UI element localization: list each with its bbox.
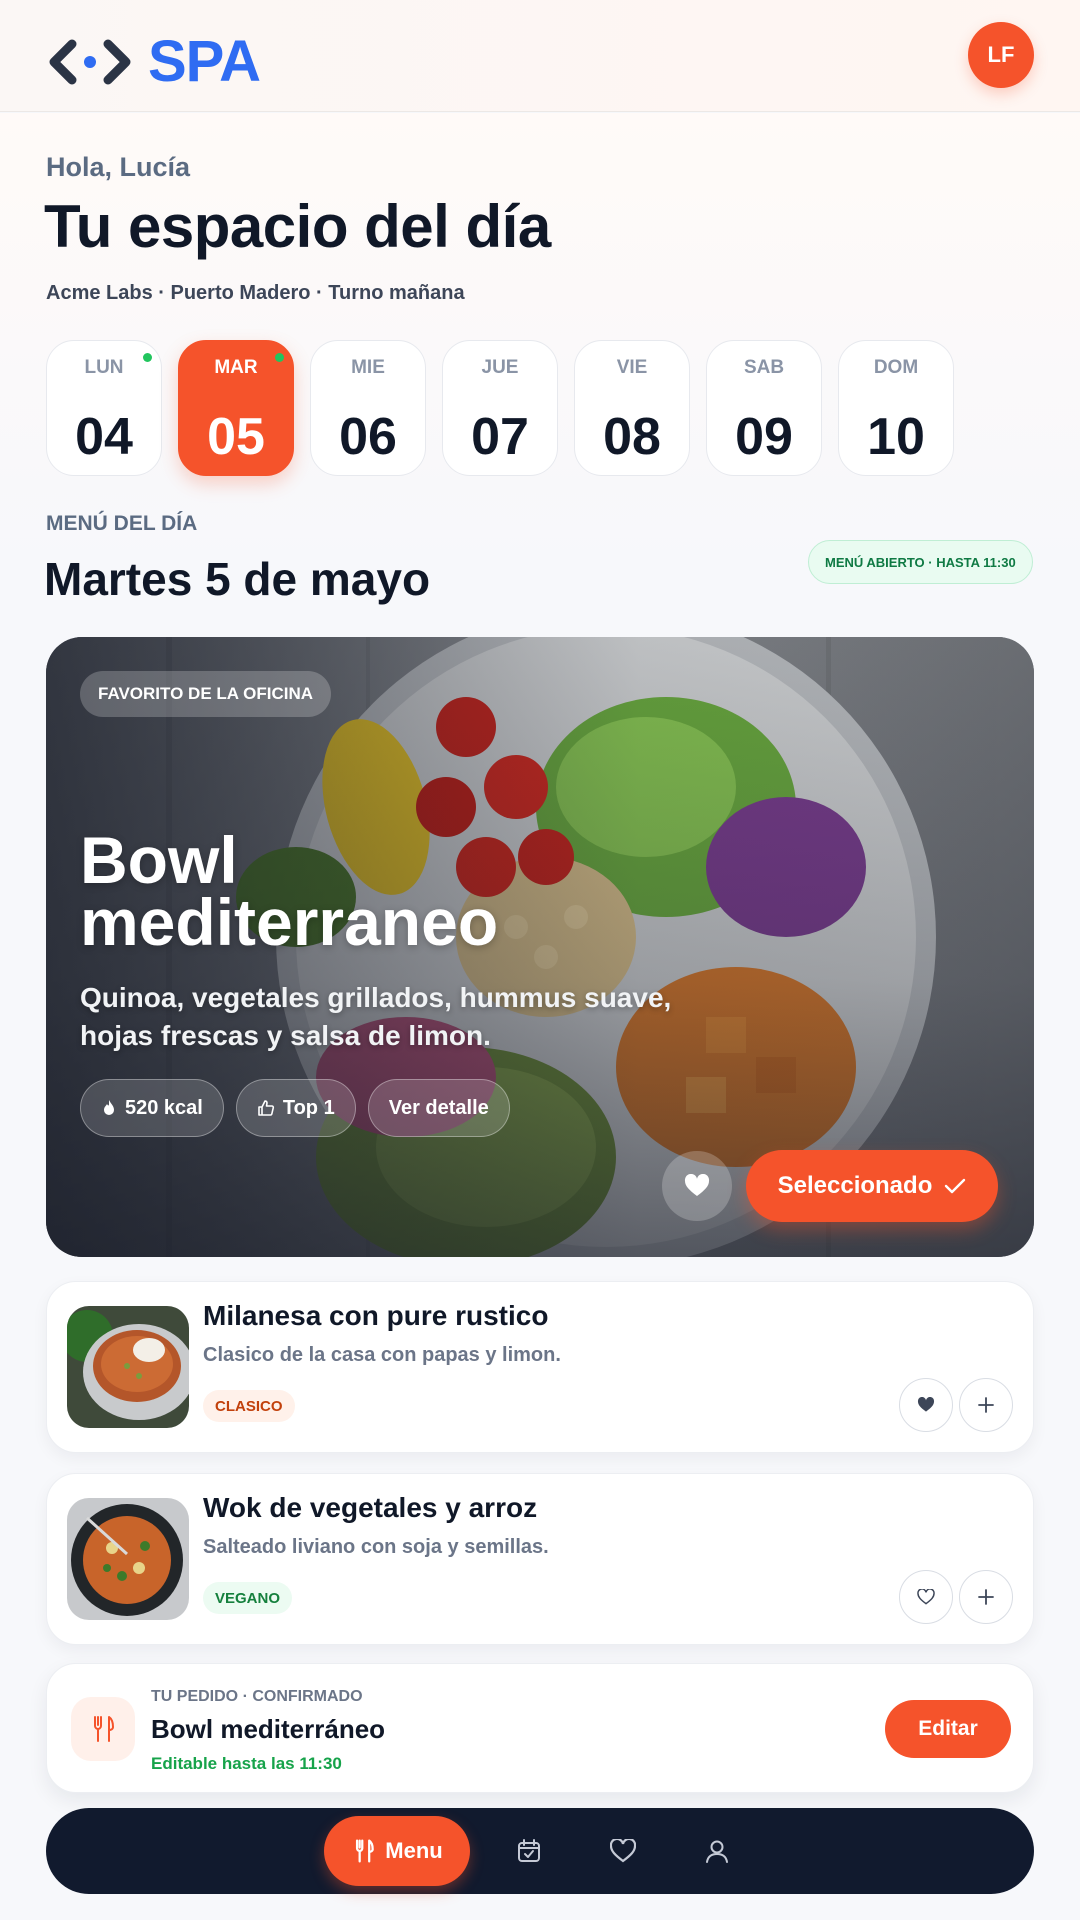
day-name: MAR	[214, 357, 258, 378]
heart-icon	[610, 1839, 636, 1863]
heart-filled-icon	[917, 1397, 935, 1412]
favorite-button[interactable]	[662, 1151, 732, 1221]
dish-tag: VEGANO	[203, 1582, 293, 1614]
heart-outline-icon	[917, 1589, 935, 1605]
day-number: 10	[867, 408, 925, 466]
add-button[interactable]	[959, 1570, 1013, 1624]
menu-date-title: Martes 5 de mayo	[44, 553, 431, 605]
day-chip-lun[interactable]: LUN 04	[46, 340, 162, 476]
nav-item-menu[interactable]: Menu	[324, 1816, 470, 1886]
view-detail-chip[interactable]: Ver detalle	[367, 1079, 510, 1137]
day-chip-mar[interactable]: MAR 05	[178, 340, 294, 476]
dish-tag: CLASICO	[203, 1390, 295, 1422]
nav-item-calendar[interactable]	[508, 1830, 550, 1872]
order-summary-card: TU PEDIDO · CONFIRMADO Bowl mediterráneo…	[46, 1663, 1034, 1793]
order-status-label: TU PEDIDO · CONFIRMADO	[151, 1688, 363, 1705]
favorite-button[interactable]	[899, 1570, 953, 1624]
selected-button[interactable]: Seleccionado	[746, 1150, 998, 1222]
day-chip-jue[interactable]: JUE 07	[442, 340, 558, 476]
selected-label: Seleccionado	[777, 1172, 933, 1199]
day-chip-dom[interactable]: DOM 10	[838, 340, 954, 476]
featured-dish-card[interactable]: FAVORITO DE LA OFICINA Bowl mediterraneo…	[46, 637, 1034, 1257]
featured-title: Bowl mediterraneo	[80, 823, 499, 959]
logo[interactable]: SPA	[46, 28, 261, 95]
chip-label: Top 1	[282, 1096, 335, 1119]
chip-label: 520 kcal	[125, 1096, 203, 1119]
day-name: SAB	[743, 357, 785, 378]
featured-description: Quinoa, vegetales grillados, hummus suav…	[80, 982, 672, 1051]
flame-icon	[104, 1100, 114, 1115]
location-subtitle: Acme Labs · Puerto Madero · Turno mañana	[46, 282, 465, 304]
add-button[interactable]	[959, 1378, 1013, 1432]
plus-icon	[978, 1589, 994, 1605]
order-edit-deadline: Editable hasta las 11:30	[151, 1754, 342, 1773]
featured-chips: 520 kcal Top 1 Ver detalle	[80, 1079, 510, 1137]
dish-card-wok[interactable]: Wok de vegetales y arroz Salteado livian…	[46, 1473, 1034, 1645]
avatar[interactable]: LF	[968, 22, 1034, 88]
dish-description: Clasico de la casa con papas y limon.	[203, 1344, 561, 1366]
day-number: 08	[603, 408, 661, 466]
chip-label: Ver detalle	[388, 1096, 489, 1119]
dish-description: Salteado liviano con soja y semillas.	[203, 1536, 549, 1558]
dish-thumbnail	[67, 1498, 189, 1620]
day-chip-mie[interactable]: MIE 06	[310, 340, 426, 476]
dish-title: Wok de vegetales y arroz	[203, 1492, 538, 1523]
calories-chip[interactable]: 520 kcal	[80, 1079, 224, 1137]
day-name: LUN	[84, 357, 124, 378]
menu-status-badge: MENÚ ABIERTO · HASTA 11:30	[808, 540, 1033, 584]
day-number: 06	[339, 408, 397, 466]
edit-order-button[interactable]: Editar	[885, 1700, 1011, 1758]
day-number: 04	[75, 408, 133, 466]
bottom-nav: Menu	[46, 1808, 1034, 1894]
page-title: Tu espacio del día	[44, 193, 551, 260]
ranking-chip[interactable]: Top 1	[235, 1079, 356, 1137]
favorite-button[interactable]	[899, 1378, 953, 1432]
dish-title: Milanesa con pure rustico	[203, 1300, 549, 1331]
check-icon	[945, 1178, 966, 1194]
day-number: 05	[207, 408, 265, 466]
day-number: 07	[471, 408, 529, 466]
top-bar: SPA LF	[0, 0, 1080, 112]
order-icon-container	[71, 1697, 135, 1761]
day-name: VIE	[616, 357, 648, 378]
day-name: MIE	[351, 357, 385, 378]
featured-tag: FAVORITO DE LA OFICINA	[80, 671, 332, 717]
day-chip-sab[interactable]: SAB 09	[706, 340, 822, 476]
nav-item-favorites[interactable]	[602, 1830, 644, 1872]
logo-text: SPA	[148, 29, 261, 94]
day-chip-vie[interactable]: VIE 08	[574, 340, 690, 476]
day-name: JUE	[481, 357, 519, 378]
day-name: DOM	[873, 357, 919, 378]
code-brackets-icon	[49, 39, 131, 84]
thumbs-up-icon	[258, 1100, 274, 1116]
wok-photo	[67, 1498, 189, 1620]
nav-item-label: Menu	[385, 1838, 443, 1863]
day-number: 09	[735, 408, 793, 466]
user-icon	[706, 1840, 728, 1863]
utensils-icon	[94, 1716, 114, 1742]
nav-item-profile[interactable]	[696, 1830, 738, 1872]
heart-icon	[684, 1174, 710, 1196]
menu-section-label: MENÚ DEL DÍA	[46, 512, 198, 535]
utensils-icon	[356, 1839, 375, 1863]
order-dish-title: Bowl mediterráneo	[151, 1714, 386, 1744]
greeting: Hola, Lucía	[46, 152, 191, 182]
milanesa-photo	[67, 1306, 189, 1428]
calendar-check-icon	[518, 1839, 540, 1862]
plus-icon	[978, 1397, 994, 1413]
dish-thumbnail	[67, 1306, 189, 1428]
dish-card-milanesa[interactable]: Milanesa con pure rustico Clasico de la …	[46, 1281, 1034, 1453]
